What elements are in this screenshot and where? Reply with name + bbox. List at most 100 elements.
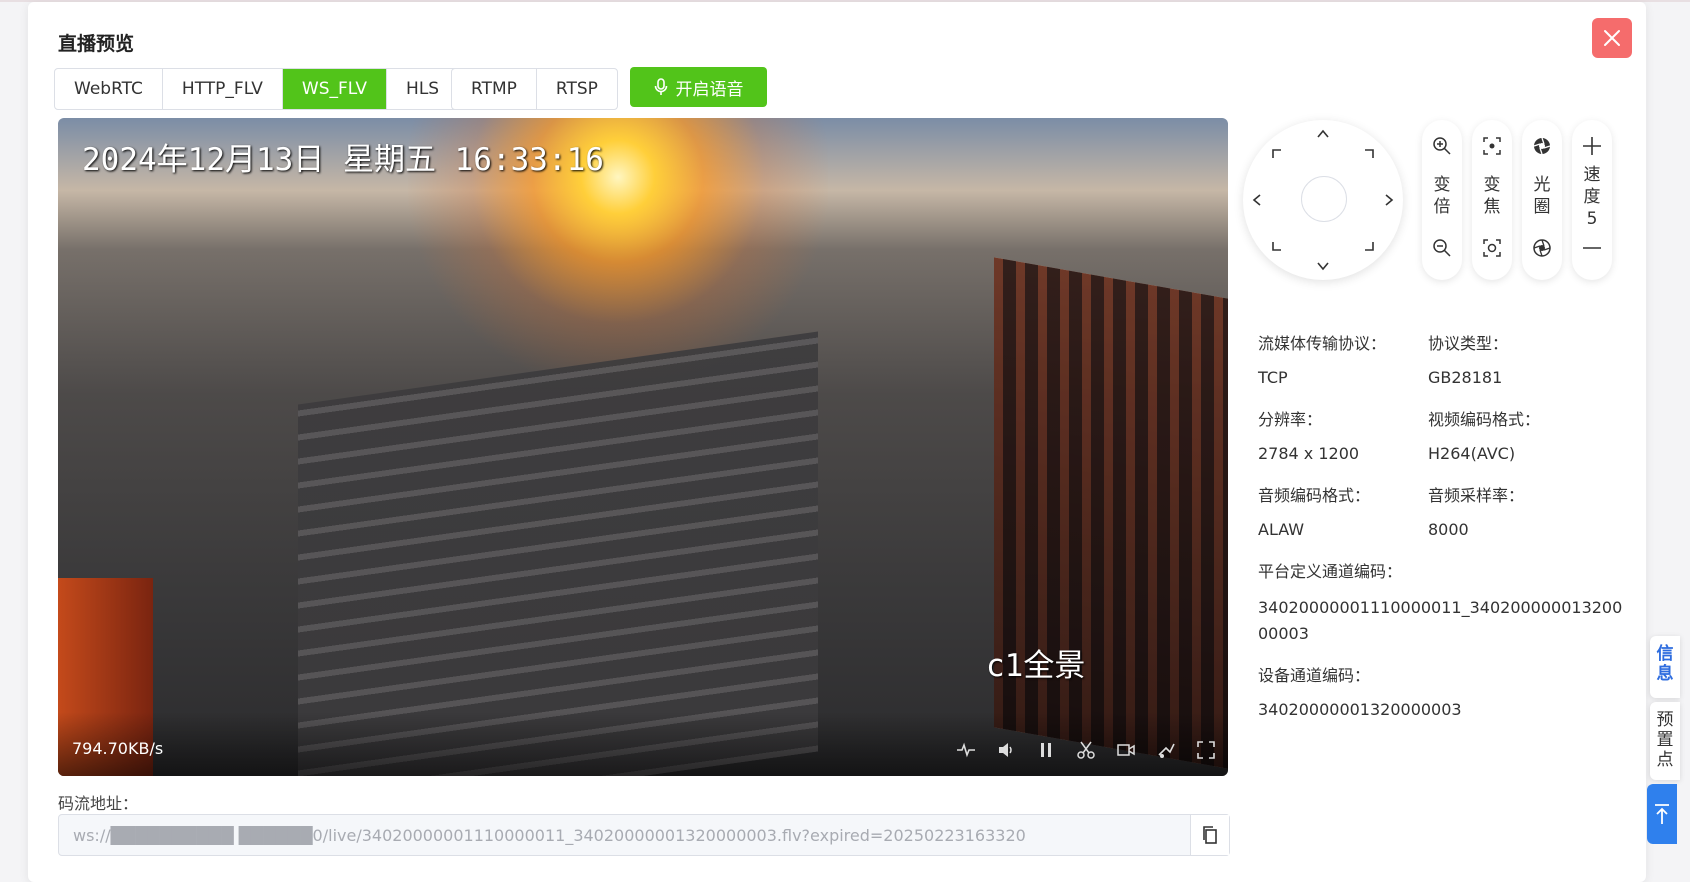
speed-decrease-button[interactable] [1582,238,1602,258]
tab-rtsp[interactable]: RTSP [537,69,617,109]
iris-open-button[interactable] [1532,136,1552,156]
speed-control: 速度 5 [1572,120,1612,280]
resolution-label: 分辨率： [1258,410,1323,429]
close-button[interactable] [1592,18,1632,58]
live-preview-dialog: 直播预览 WebRTC HTTP_FLV WS_FLV HLS RTMP RTS… [28,2,1646,882]
ptz-left-button[interactable] [1249,192,1265,208]
dialog-title: 直播预览 [58,33,135,55]
corner-down-right-icon [1365,242,1374,251]
focus-near-button[interactable] [1482,136,1502,156]
tab-webrtc[interactable]: WebRTC [55,69,163,109]
start-voice-button[interactable]: 开启语音 [630,67,767,107]
resolution-value: 2784 x 1200 [1258,444,1360,463]
chevron-down-icon [1317,262,1329,271]
video-player[interactable]: 2024年12月13日 星期五 16:33:16 c1全景 794.70KB/s [58,118,1228,776]
audio-sample-rate-value: 8000 [1428,520,1469,539]
iris-label: 光圈 [1533,175,1551,217]
zoom-control: 变倍 [1422,120,1462,280]
transport-protocol-label: 流媒体传输协议： [1258,334,1387,353]
audio-sample-rate-label: 音频采样率： [1428,486,1525,505]
transport-protocol-value: TCP [1258,368,1288,387]
bitrate-readout: 794.70KB/s [72,739,164,758]
speed-value: 5 [1586,209,1598,229]
side-tab-preset[interactable]: 预置点 [1650,702,1680,780]
corner-up-left-icon [1272,149,1281,158]
stream-url-label: 码流地址： [58,794,139,813]
lit-facade [994,257,1228,769]
device-channel-code-label: 设备通道编码： [1258,666,1371,685]
stream-url-input[interactable] [59,815,1190,855]
ptz-up-button[interactable] [1315,126,1331,142]
tab-http-flv[interactable]: HTTP_FLV [163,69,283,109]
minus-icon [1583,247,1601,249]
zoom-label: 变倍 [1433,175,1451,217]
copy-icon [1203,826,1217,844]
ptz-up-right-button[interactable] [1361,146,1377,162]
ptz-up-left-button[interactable] [1269,146,1285,162]
corner-down-left-icon [1272,242,1281,251]
plus-icon [1583,137,1601,155]
speed-label-text: 速度 [1583,165,1601,207]
close-icon [1604,30,1620,46]
fullscreen-icon[interactable] [1196,740,1216,760]
arrow-up-to-top-icon [1655,804,1669,824]
platform-channel-code-label: 平台定义通道编码： [1258,562,1403,581]
side-tab-preset-label: 预置点 [1656,710,1674,770]
focus-label: 变焦 [1483,175,1501,217]
device-channel-code-value: 34020000001320000003 [1258,700,1462,719]
tab-ws-flv[interactable]: WS_FLV [282,69,388,109]
ptz-down-button[interactable] [1315,258,1331,274]
protocol-type-value: GB28181 [1428,368,1503,387]
ptz-down-right-button[interactable] [1361,238,1377,254]
aperture-closed-icon [1533,239,1551,257]
platform-channel-code-line2: 00003 [1258,624,1309,643]
speed-label: 速度 5 [1582,164,1602,230]
microphone-icon [654,78,667,95]
zoom-in-button[interactable] [1432,136,1452,156]
protocol-type-label: 协议类型： [1428,334,1509,353]
chevron-left-icon [1252,194,1261,206]
ptz-right-button[interactable] [1381,192,1397,208]
chevron-up-icon [1317,129,1329,138]
ptz-direction-pad [1243,120,1403,280]
zoom-in-icon [1433,137,1451,155]
osd-channel-name: c1全景 [986,648,1086,684]
push-protocol-group: RTMP RTSP [451,68,618,110]
focus-control: 变焦 [1472,120,1512,280]
screenshot-scissors-icon[interactable] [1076,740,1096,760]
play-protocol-group: WebRTC HTTP_FLV WS_FLV HLS [54,68,460,110]
waveform-icon[interactable] [956,740,976,760]
copy-url-button[interactable] [1190,815,1229,855]
iris-control: 光圈 [1522,120,1562,280]
tab-hls[interactable]: HLS [387,69,458,109]
zoom-out-icon [1433,239,1451,257]
focus-in-icon [1483,137,1501,155]
focus-far-button[interactable] [1482,238,1502,258]
osd-timestamp: 2024年12月13日 星期五 16:33:16 [82,142,604,178]
ptz-center-button[interactable] [1301,176,1347,222]
video-controls [956,740,1216,760]
corner-up-right-icon [1365,149,1374,158]
side-tab-info[interactable]: 信息 [1650,636,1680,698]
back-to-top-button[interactable] [1647,784,1677,844]
video-codec-label: 视频编码格式： [1428,410,1541,429]
start-voice-label: 开启语音 [675,79,744,100]
chevron-right-icon [1385,194,1394,206]
zoom-out-button[interactable] [1432,238,1452,258]
building-block [298,331,818,776]
tab-rtmp[interactable]: RTMP [452,69,537,109]
iris-close-button[interactable] [1532,238,1552,258]
stream-url-field [58,814,1230,856]
side-tab-info-label: 信息 [1656,644,1674,684]
volume-icon[interactable] [996,740,1016,760]
record-icon[interactable] [1116,740,1136,760]
platform-channel-code-line1: 34020000001110000011_340200000013200 [1258,598,1623,617]
aperture-icon [1533,137,1551,155]
pause-icon[interactable] [1036,740,1056,760]
ptz-icon[interactable] [1156,740,1176,760]
focus-out-icon [1483,239,1501,257]
audio-codec-value: ALAW [1258,520,1305,539]
speed-increase-button[interactable] [1582,136,1602,156]
ptz-down-left-button[interactable] [1269,238,1285,254]
video-codec-value: H264(AVC) [1428,444,1516,463]
